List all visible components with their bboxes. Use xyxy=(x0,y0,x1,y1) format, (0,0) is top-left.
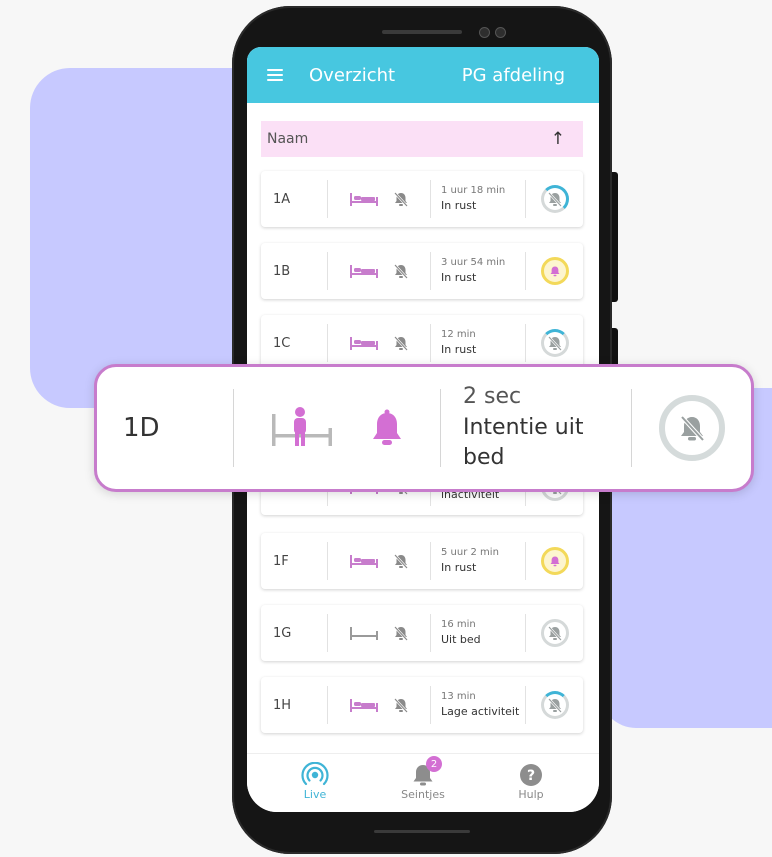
bell-muted-icon xyxy=(394,336,408,351)
room-number: 1B xyxy=(273,263,291,279)
room-icons xyxy=(328,625,430,641)
room-row[interactable]: 1G 16 min Uit bed xyxy=(261,605,583,661)
svg-text:?: ? xyxy=(527,768,535,784)
phone-home-bar xyxy=(374,830,470,833)
bell-muted-icon xyxy=(394,698,408,713)
highlight-room-number: 1D xyxy=(123,413,160,443)
room-row[interactable]: 1A 1 uur 18 min In rust xyxy=(261,171,583,227)
highlight-time: 2 sec xyxy=(463,383,522,409)
tab-seintjes[interactable]: 2 Seintjes xyxy=(398,754,448,812)
broadcast-icon xyxy=(301,762,329,786)
tab-live[interactable]: Live xyxy=(290,754,340,812)
room-row[interactable]: 1B 3 uur 54 min In rust xyxy=(261,243,583,299)
bed-occupied-icon xyxy=(350,555,378,568)
room-info: 12 min In rust xyxy=(431,328,525,358)
sort-label: Naam xyxy=(267,131,309,147)
highlight-alarm-status[interactable] xyxy=(632,395,751,461)
room-status: Uit bed xyxy=(441,633,481,647)
alarm-status[interactable] xyxy=(526,329,583,357)
menu-icon[interactable] xyxy=(267,69,283,81)
room-number: 1C xyxy=(273,335,291,351)
bed-occupied-icon xyxy=(350,265,378,278)
room-icons xyxy=(328,335,430,351)
room-status: In rust xyxy=(441,561,477,575)
alarm-ring xyxy=(540,619,569,647)
room-info: 3 uur 54 min In rust xyxy=(431,256,525,286)
tab-seintjes-label: Seintjes xyxy=(401,788,445,801)
room-number: 1G xyxy=(273,625,292,641)
alarm-status[interactable] xyxy=(526,619,583,647)
room-time: 5 uur 2 min xyxy=(441,546,499,558)
sort-arrow-up-icon[interactable]: ↑ xyxy=(551,129,565,149)
tab-hulp[interactable]: ? Hulp xyxy=(506,754,556,812)
room-time: 12 min xyxy=(441,328,476,340)
room-time: 16 min xyxy=(441,618,476,630)
tab-live-label: Live xyxy=(303,788,327,801)
bed-occupied-icon xyxy=(350,337,378,350)
bell-muted-icon xyxy=(547,626,562,641)
room-icons xyxy=(328,191,430,207)
room-time: 3 uur 54 min xyxy=(441,256,506,268)
app-bar: Overzicht PG afdeling xyxy=(247,47,599,103)
notification-badge: 2 xyxy=(426,756,442,772)
bell-muted-icon xyxy=(547,192,562,207)
alarm-ring xyxy=(540,185,569,213)
bottom-tab-bar: Live 2 Seintjes ? Hulp xyxy=(247,753,599,812)
room-number: 1H xyxy=(273,697,292,713)
bell-muted-icon xyxy=(547,336,562,351)
alarm-status[interactable] xyxy=(526,547,583,575)
bell-muted-icon xyxy=(394,626,408,641)
alarm-ring xyxy=(540,691,569,719)
room-status: In rust xyxy=(441,199,477,213)
highlight-icons xyxy=(234,406,440,450)
alarm-status[interactable] xyxy=(526,185,583,213)
alarm-ring xyxy=(540,547,569,575)
bell-alert-icon xyxy=(550,556,559,567)
ward-name[interactable]: PG afdeling xyxy=(462,65,565,86)
bell-muted-icon xyxy=(394,192,408,207)
sort-header[interactable]: Naam ↑ xyxy=(261,121,583,157)
highlight-status: Intentie uit bed xyxy=(463,414,584,470)
room-info: 16 min Uit bed xyxy=(431,618,525,648)
phone-speaker xyxy=(382,30,462,34)
bell-muted-icon xyxy=(680,415,704,442)
bed-occupied-icon xyxy=(350,699,378,712)
help-icon: ? xyxy=(520,764,542,786)
room-row[interactable]: 1H 13 min Lage activiteit xyxy=(261,677,583,733)
page-title: Overzicht xyxy=(309,64,396,86)
room-time: 13 min xyxy=(441,690,476,702)
room-time: 1 uur 18 min xyxy=(441,184,506,196)
room-row[interactable]: 1F 5 uur 2 min In rust xyxy=(261,533,583,589)
room-status: Lage activiteit xyxy=(441,705,520,719)
bell-muted-icon xyxy=(394,554,408,569)
room-number: 1A xyxy=(273,191,291,207)
alarm-ring xyxy=(540,257,569,285)
alarm-status[interactable] xyxy=(526,257,583,285)
bed-occupied-icon xyxy=(350,193,378,206)
room-status: In rust xyxy=(441,271,477,285)
room-row[interactable]: 1C 12 min In rust xyxy=(261,315,583,371)
alarm-ring xyxy=(540,329,569,357)
tab-hulp-label: Hulp xyxy=(518,788,544,801)
bed-empty-icon xyxy=(350,627,378,640)
bell-alert-icon xyxy=(550,266,559,277)
room-number: 1F xyxy=(273,553,289,569)
bell-muted-icon xyxy=(394,264,408,279)
person-leaving-bed-icon xyxy=(272,407,332,446)
phone-camera xyxy=(479,27,490,38)
highlighted-room-card[interactable]: 1D 2 sec Intentie uit bed xyxy=(94,364,754,492)
room-info: 13 min Lage activiteit xyxy=(431,690,525,720)
room-status: In rust xyxy=(441,343,477,357)
phone-sensor xyxy=(495,27,506,38)
room-icons xyxy=(328,263,430,279)
room-icons xyxy=(328,697,430,713)
room-info: 5 uur 2 min In rust xyxy=(431,546,525,576)
room-info: 1 uur 18 min In rust xyxy=(431,184,525,214)
highlight-info: 2 sec Intentie uit bed xyxy=(441,384,631,472)
room-icons xyxy=(328,553,430,569)
alarm-status[interactable] xyxy=(526,691,583,719)
bell-alert-icon xyxy=(373,409,401,445)
bell-muted-icon xyxy=(547,698,562,713)
alarm-ring xyxy=(658,395,725,461)
